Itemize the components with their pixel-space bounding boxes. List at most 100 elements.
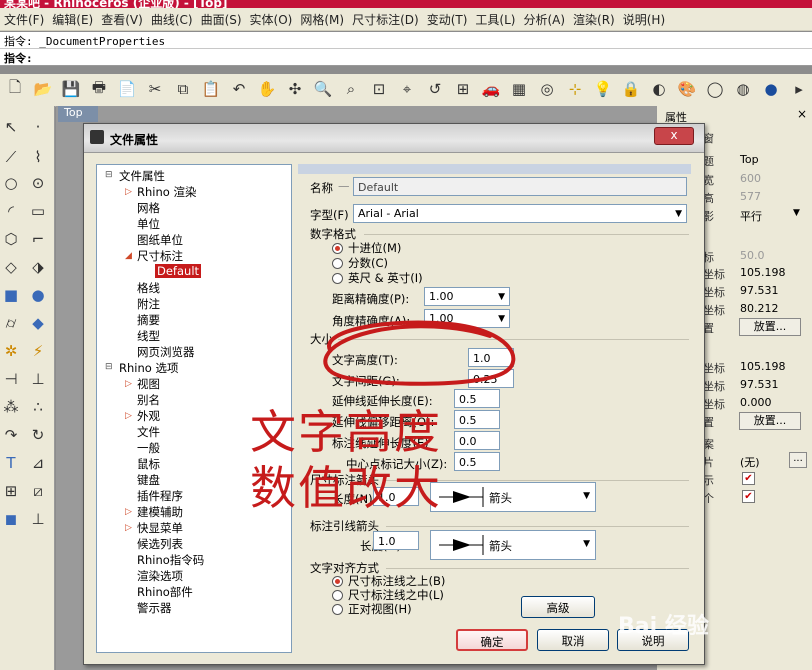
dim-arrow-style-select[interactable]: 箭头 ▼ (430, 482, 596, 512)
toolbar-more-icon[interactable]: ▸ (788, 78, 810, 100)
curve-icon[interactable]: ⌇ (27, 146, 49, 168)
tree-item[interactable]: 建模辅助 (137, 504, 183, 520)
sphere-wire-icon[interactable]: ◯ (704, 78, 726, 100)
menu-help[interactable]: 说明(H) (619, 8, 669, 28)
box-icon[interactable]: ■ (0, 284, 22, 306)
zoom-selected-icon[interactable]: ⌖ (396, 78, 418, 100)
layer-icon[interactable]: ◐ (648, 78, 670, 100)
decimal-radio[interactable] (332, 243, 343, 254)
paste-icon[interactable]: 📋 (200, 78, 222, 100)
tree-item[interactable]: 外观 (137, 408, 160, 424)
props-place-button-2[interactable]: 放置... (739, 412, 801, 430)
tree-item[interactable]: 文件属性 (119, 168, 165, 184)
menu-transform[interactable]: 变动(T) (423, 8, 472, 28)
surface-icon[interactable]: ◇ (0, 256, 22, 278)
polyline-icon[interactable]: ⟋ (0, 146, 22, 168)
dim-line-extension-field[interactable]: 0.0 (454, 431, 500, 450)
rectangle-icon[interactable]: ▭ (27, 200, 49, 222)
command-line[interactable]: 指令: (0, 49, 812, 66)
menu-tools[interactable]: 工具(L) (471, 8, 519, 28)
tree-item[interactable]: 网页浏览器 (137, 344, 195, 360)
menu-analyze[interactable]: 分析(A) (519, 8, 569, 28)
lightning-icon[interactable]: ⚡ (27, 340, 49, 362)
mesh-icon[interactable]: ◆ (27, 312, 49, 334)
tree-item[interactable]: 鼠标 (137, 456, 160, 472)
center-mark-field[interactable]: 0.5 (454, 452, 500, 471)
align-in-line-radio[interactable] (332, 590, 343, 601)
align-above-radio[interactable] (332, 576, 343, 587)
split-icon[interactable]: ⊣ (0, 368, 22, 390)
props-target-y-value[interactable]: 97.531 (740, 378, 779, 391)
font-select[interactable]: Arial - Arial ▼ (353, 204, 687, 223)
move-icon[interactable]: ↷ (0, 424, 22, 446)
props-target-z-value[interactable]: 0.000 (740, 396, 772, 409)
tree-item[interactable]: 线型 (137, 328, 160, 344)
zoom-window-icon[interactable]: ⌕ (340, 78, 362, 100)
advanced-button[interactable]: 高级 (521, 596, 595, 618)
props-projection-chevron-icon[interactable]: ▼ (793, 208, 800, 218)
point-icon[interactable]: · (27, 116, 49, 138)
tree-item[interactable]: 警示器 (137, 600, 172, 616)
dialog-close-button[interactable]: x (654, 127, 694, 145)
explode-icon[interactable]: ∴ (27, 396, 49, 418)
tree-item[interactable]: 渲染选项 (137, 568, 183, 584)
transform-gear-icon[interactable]: ✲ (0, 340, 22, 362)
props-target-x-value[interactable]: 105.198 (740, 360, 786, 373)
feet-inches-radio[interactable] (332, 273, 343, 284)
menu-solid[interactable]: 实体(O) (246, 8, 297, 28)
rotate-icon[interactable]: ↻ (27, 424, 49, 446)
tree-expand-icon[interactable]: ▷ (125, 379, 132, 389)
tree-expand-icon[interactable]: ▷ (125, 507, 132, 517)
tree-item[interactable]: Default (155, 264, 202, 278)
sphere-icon[interactable]: ● (27, 284, 49, 306)
zoom-extents-icon[interactable]: ⊡ (368, 78, 390, 100)
tree-item[interactable]: 网格 (137, 200, 160, 216)
arc-icon[interactable]: ◜ (0, 200, 22, 222)
text-icon[interactable]: T (0, 452, 22, 474)
polygon-icon[interactable]: ⬡ (0, 228, 22, 250)
pan-hand-icon[interactable]: ✋ (256, 78, 278, 100)
tree-item[interactable]: 一般 (137, 440, 160, 456)
object-snap-icon[interactable]: ◎ (536, 78, 558, 100)
trim-icon[interactable]: ⊥ (27, 368, 49, 390)
tree-item[interactable]: 键盘 (137, 472, 160, 488)
open-file-icon[interactable]: 📂 (32, 78, 54, 100)
cancel-button[interactable]: 取消 (537, 629, 609, 651)
props-wallpaper-browse-button[interactable]: ... (789, 452, 807, 468)
props-place-button[interactable]: 放置... (739, 318, 801, 336)
tree-item[interactable]: 视图 (137, 376, 160, 392)
tree-item[interactable]: 尺寸标注 (137, 248, 183, 264)
props-projection-value[interactable]: 平行 (740, 208, 762, 224)
solid-box-icon[interactable]: ◼ (0, 508, 22, 530)
dialog-title-bar[interactable]: 文件属性 x (84, 124, 704, 153)
tree-expand-icon[interactable]: ▷ (125, 187, 132, 197)
align-to-view-radio[interactable] (332, 604, 343, 615)
cylinder-icon[interactable]: ⌭ (0, 312, 22, 334)
props-title-value[interactable]: Top (740, 153, 759, 166)
copy-icon[interactable]: ⧉ (172, 78, 194, 100)
tree-item[interactable]: 图纸单位 (137, 232, 183, 248)
tree-item[interactable]: Rhino部件 (137, 584, 193, 600)
tree-item[interactable]: Rhino 渲染 (137, 184, 196, 200)
menu-file[interactable]: 文件(F) (0, 8, 48, 28)
undo-icon[interactable]: ↶ (228, 78, 250, 100)
dimension-icon[interactable]: ⊿ (27, 452, 49, 474)
properties-close-icon[interactable]: × (797, 107, 807, 121)
menu-view[interactable]: 查看(V) (97, 8, 147, 28)
tree-item[interactable]: 摘要 (137, 312, 160, 328)
props-show-checkbox[interactable]: ✔ (742, 472, 755, 485)
grid-plane-icon[interactable]: ▦ (508, 78, 530, 100)
save-icon[interactable]: 💾 (60, 78, 82, 100)
tree-collapse-icon[interactable]: ⊟ (105, 362, 113, 372)
tree-item[interactable]: Rhino指令码 (137, 552, 204, 568)
analyze-icon[interactable]: ⧄ (27, 480, 49, 502)
menu-edit[interactable]: 编辑(E) (48, 8, 97, 28)
menu-render[interactable]: 渲染(R) (569, 8, 619, 28)
cut-icon[interactable]: ✂ (144, 78, 166, 100)
viewport-tab[interactable]: Top (58, 106, 98, 122)
leader-arrow-style-select[interactable]: 箭头 ▼ (430, 530, 596, 560)
osnap-point-icon[interactable]: ⊹ (564, 78, 586, 100)
lock-icon[interactable]: 🔒 (620, 78, 642, 100)
menu-mesh[interactable]: 网格(M) (296, 8, 348, 28)
circle-icon[interactable]: ○ (0, 172, 22, 194)
